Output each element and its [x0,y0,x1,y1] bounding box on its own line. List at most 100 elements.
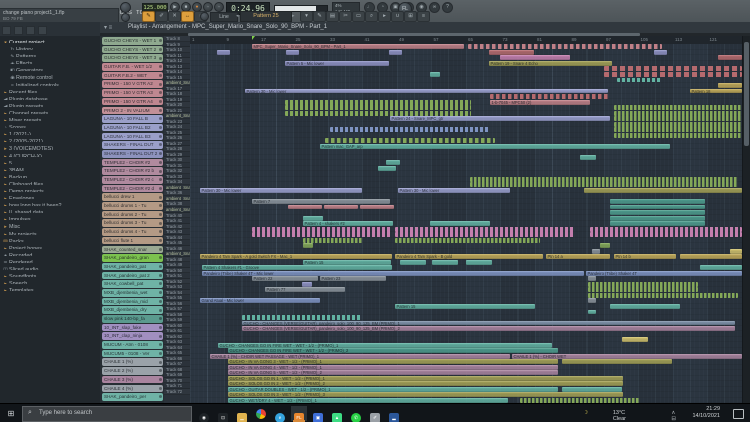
playlist-clip[interactable] [252,227,392,232]
track-header[interactable]: Track 72 [164,389,190,395]
picker-clip-laguna-10-fall-b3[interactable]: LAGUNA - 10 FALL B3 [102,133,163,141]
picker-clip-shak-pandeiro-per[interactable]: SHAK_pandeiro_per [102,393,163,401]
pattern-prev-arrow[interactable]: ◂ [236,13,239,19]
playlist-clip[interactable] [580,155,596,160]
playlist-clip[interactable] [288,205,322,210]
mute-led-icon[interactable] [159,248,162,251]
playlist-clip[interactable] [588,293,738,298]
mute-led-icon[interactable] [159,361,162,364]
playlist-clip[interactable] [610,210,705,215]
picker-clip-mucum-atm-0108[interactable]: MUCUM - Atm - 0108 [102,341,163,349]
browser-tab-icon[interactable] [26,26,35,35]
mute-led-icon[interactable] [159,326,162,329]
playlist-menu-icon[interactable]: ▾ ≡ [104,24,112,31]
playlist-clip[interactable] [622,337,648,342]
mute-led-icon[interactable] [159,309,162,312]
browser-item-3bam[interactable]: ▸3BAM [0,164,100,171]
playlist-clip[interactable] [614,105,742,110]
mute-led-icon[interactable] [159,352,162,355]
playlist-clip[interactable] [400,260,426,265]
android-studio-icon[interactable]: ▲ [329,406,345,421]
picker-clip-laguna-10-fall-b2[interactable]: LAGUNA - 10 FALL B2 [102,124,163,132]
playlist-clip[interactable]: Pattern 15 [395,304,535,309]
browser-item-mixer-presets[interactable]: ▸Mixer presets [0,114,100,121]
options-icon[interactable]: ≡ [417,11,430,22]
picker-clip-10-int-slap-fake[interactable]: 10_INT_slap_fake [102,324,163,332]
playlist-clip[interactable]: Pandeiro 4 Tam Spark - A gold Switch FX … [200,254,392,259]
playlist-clip[interactable]: MPC_Super_Mario_Snare_Solo_90_BPM - Part… [252,44,464,49]
browser-tab-icon[interactable] [14,26,23,35]
mute-led-icon[interactable] [159,335,162,338]
pattern-mode-button[interactable]: ◦ [214,2,224,12]
mute-led-icon[interactable] [159,378,162,381]
mute-led-icon[interactable] [159,117,162,120]
playlist-clip[interactable] [252,232,392,237]
fl-studio-icon[interactable]: FL [291,406,307,421]
playlist-clip[interactable] [285,105,471,110]
playlist-clip[interactable] [718,55,742,60]
magnet-icon[interactable]: ∪ [391,11,404,22]
picker-clip-primo-2-in-valium[interactable]: PRIMO 2 - IN VALIUM [102,107,163,115]
playlist-clip[interactable] [430,72,440,77]
browser-item-rendered[interactable]: ≋Rendered [0,256,100,263]
playlist-clip[interactable]: GUCHO - SOLOS GO IN 1 - WET - 1/2 - (PRI… [228,376,623,381]
playlist-clip[interactable]: Grand Atual - Mic lower [200,298,320,303]
browser-item-misc[interactable]: ▸Misc [0,220,100,227]
playlist-clip[interactable] [610,216,705,221]
help-icon[interactable]: ? [442,2,453,13]
browser-item-3-voicemotes-[interactable]: ▸3 (VOICEMOTES) [0,142,100,149]
browser-item-4-curch-x-[interactable]: ▸4 (CURCH-X) [0,150,100,157]
playlist-clip[interactable]: Pattern 30 - Mic lower [398,188,510,193]
playlist-clip[interactable]: GUCHO - CHANGES (VERSE/GUITAR)_pandeiro_… [242,321,735,326]
browser-item-templates[interactable]: ▸Templates [0,284,100,291]
mute-led-icon[interactable] [159,152,162,155]
picker-clip-chaile-1-[interactable]: CHAILE 1 (%) [102,358,163,366]
mute-led-icon[interactable] [159,222,162,225]
mute-led-icon[interactable] [159,196,162,199]
slip-tool-icon[interactable]: ↔ [181,11,194,22]
brush-icon[interactable]: ▤ [326,11,339,22]
browser-item-sliced-audio[interactable]: ◫Sliced audio [0,263,100,270]
playlist-clip[interactable] [470,182,738,187]
playlist-clip[interactable] [614,111,742,116]
playlist-clip[interactable] [610,304,680,309]
playlist-clip[interactable]: Pattern 19 - Snare 4 Echo [489,61,612,66]
playlist-clip[interactable] [590,232,742,237]
playlist-clip[interactable] [285,100,471,105]
mute-led-icon[interactable] [159,109,162,112]
browser-item-1-2021-[interactable]: ▸1 (2021-) [0,128,100,135]
picker-clip-mxb-djembenia-mid[interactable]: MXB_djembenia_mid [102,298,163,306]
playlist-clip[interactable]: Pattern 4 - shakers #2 [303,221,393,226]
browser-item-demo-projects[interactable]: ▸Demo projects [0,185,100,192]
grid-icon[interactable]: ⊞ [404,11,417,22]
playlist-clip[interactable]: Ptn 14 b [614,254,676,259]
playlist-clip[interactable]: GUCHO - SOLOS GO IN 2 - WET - 1/2 - (PRI… [228,381,623,386]
playlist-clip[interactable] [614,133,742,138]
playlist-clip[interactable] [562,359,672,364]
cut-icon[interactable]: ✂ [339,11,352,22]
mute-led-icon[interactable] [159,230,162,233]
browser-item-my-projects[interactable]: ▸My projects [0,228,100,235]
browser-item-packs[interactable]: ▤Packs [0,235,100,242]
playlist-clip[interactable] [330,127,490,132]
pattern-selector[interactable]: Pattern 25 [240,11,292,22]
mute-led-icon[interactable] [159,48,162,51]
mute-led-icon[interactable] [159,143,162,146]
whatsapp-icon[interactable]: ✆ [348,406,364,421]
picker-clip-gucho-cheys-wet-1[interactable]: GUCHO CHEYS - WET 1 [102,37,163,45]
picker-clip-shak-pandeiro-gran[interactable]: SHAK_pandeiro_gran [102,254,163,262]
browser-item-speech[interactable]: ▸Speech [0,277,100,284]
zoom-knob[interactable] [200,12,209,21]
mute-led-icon[interactable] [159,282,162,285]
browser-item-backup[interactable]: ▸Backup [0,171,100,178]
mute-led-icon[interactable] [159,369,162,372]
chrome-icon[interactable] [253,406,269,421]
playback-icon[interactable]: ▸ [378,11,391,22]
playlist-clip[interactable] [430,221,490,226]
cortana-icon[interactable]: ◉ [196,406,212,421]
playlist-clip[interactable] [614,127,742,132]
snap-selector[interactable]: Line [210,12,238,22]
playlist-clip[interactable] [389,50,402,55]
photos-icon[interactable]: ▣ [310,406,326,421]
picker-clip-shakers-final-dut-2[interactable]: SHAKERS - FINAL DUT 2 [102,150,163,158]
